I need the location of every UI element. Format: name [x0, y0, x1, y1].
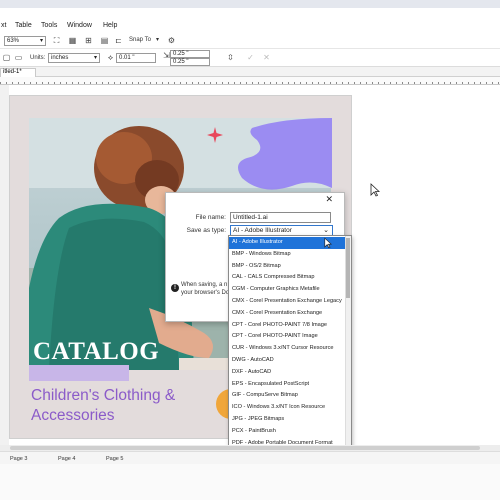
file-type-option[interactable]: EPS - Encapsulated PostScript	[229, 379, 346, 391]
duplicate-x-value: 0.25 "	[173, 51, 189, 57]
file-type-option[interactable]: CGM - Computer Graphics Metafile	[229, 284, 346, 296]
show-grid-icon[interactable]: ▦	[68, 36, 77, 45]
menu-bar: xt Table Tools Window Help	[0, 20, 500, 33]
star-decoration-icon	[207, 127, 223, 143]
document-tab[interactable]: itled-1*	[0, 68, 36, 77]
units-select[interactable]: inches ▾	[48, 53, 100, 63]
menu-item-tools[interactable]: Tools	[41, 22, 57, 29]
chevron-down-icon: ▾	[39, 38, 43, 44]
chevron-down-icon[interactable]: ▾	[156, 36, 159, 43]
file-type-option[interactable]: BMP - Windows Bitmap	[229, 249, 346, 261]
chevron-down-icon: ▾	[93, 55, 97, 61]
units-value: inches	[51, 55, 69, 61]
page-size-icon: ▢	[2, 53, 11, 62]
page-tab-4[interactable]: Page 4	[58, 456, 75, 462]
nudge-distance-value: 0.01 "	[119, 55, 135, 61]
scrollbar-thumb[interactable]	[10, 446, 480, 450]
mouse-pointer-icon	[370, 183, 380, 197]
filename-label: File name:	[195, 214, 226, 221]
snap-to-button[interactable]: Snap To	[129, 37, 151, 43]
document-tabs: itled-1*	[0, 67, 500, 77]
standard-toolbar: 63% ▾ ⛶ ▦ ⊞ ▤ ⊏ Snap To ▾ ⚙	[0, 33, 500, 49]
zoom-level-value: 63%	[7, 38, 20, 44]
file-type-option[interactable]: ICO - Windows 3.x/NT Icon Resource	[229, 402, 346, 414]
chevron-down-icon: ⌄	[323, 227, 329, 234]
dropdown-scrollbar[interactable]	[345, 236, 351, 471]
menu-item-window[interactable]: Window	[67, 22, 92, 29]
menu-item-table[interactable]: Table	[15, 22, 32, 29]
catalog-subtitle[interactable]: Children's Clothing & Accessories	[31, 386, 221, 426]
file-type-option[interactable]: JPG - JPEG Bitmaps	[229, 414, 346, 426]
filename-input[interactable]: Untitled-1.ai	[230, 212, 331, 223]
file-type-dropdown: AI - Adobe Illustrator BMP - Windows Bitm…	[228, 235, 352, 472]
document-tab-label: itled-1*	[3, 69, 22, 75]
scrollbar-thumb[interactable]	[346, 238, 350, 298]
info-message: When saving, a n your browser's Do	[181, 282, 230, 296]
duplicate-x-input[interactable]: 0.25 "	[170, 50, 210, 58]
file-type-option[interactable]: CMX - Corel Presentation Exchange	[229, 308, 346, 320]
duplicate-y-input[interactable]: 0.25 "	[170, 58, 210, 66]
info-icon: !	[171, 284, 179, 292]
file-type-option[interactable]: CPT - Corel PHOTO-PAINT Image	[229, 331, 346, 343]
show-rulers-icon[interactable]: ▤	[100, 36, 109, 45]
menu-item-text[interactable]: xt	[1, 22, 6, 29]
file-type-option[interactable]: CPT - Corel PHOTO-PAINT 7/8 Image	[229, 320, 346, 332]
check-icon[interactable]: ✓	[246, 53, 255, 62]
nudge-icon: ⟡	[107, 53, 114, 62]
page-tab-3[interactable]: Page 3	[10, 456, 27, 462]
catalog-title[interactable]: CATALOG	[33, 338, 159, 366]
file-type-option[interactable]: GIF - CompuServe Bitmap	[229, 390, 346, 402]
snap-icon[interactable]: ⊏	[114, 36, 123, 45]
file-type-option[interactable]: CMX - Corel Presentation Exchange Legacy	[229, 296, 346, 308]
page-tab-5[interactable]: Page 5	[106, 456, 123, 462]
save-as-type-value: AI - Adobe Illustrator	[233, 227, 292, 234]
file-type-option[interactable]: DWG - AutoCAD	[229, 355, 346, 367]
close-icon[interactable]: ✕	[325, 194, 333, 205]
save-as-type-label: Save as type:	[186, 227, 226, 234]
page-tabs: Page 3 Page 4 Page 5	[0, 451, 500, 464]
zoom-level-select[interactable]: 63% ▾	[4, 36, 46, 46]
purple-shape-graphic	[238, 118, 332, 190]
cancel-icon[interactable]: ✕	[262, 53, 271, 62]
horizontal-ruler[interactable]	[0, 77, 500, 85]
file-type-option[interactable]: CAL - CALS Compressed Bitmap	[229, 272, 346, 284]
file-type-option[interactable]: BMP - OS/2 Bitmap	[229, 261, 346, 273]
zoom-to-page-icon[interactable]: ⛶	[52, 36, 61, 45]
title-stripe	[29, 365, 129, 381]
mouse-pointer-icon	[324, 237, 332, 249]
title-bar	[0, 0, 500, 8]
landscape-icon[interactable]: ▭	[14, 53, 23, 62]
menu-item-help[interactable]: Help	[103, 22, 117, 29]
status-bar	[0, 464, 500, 500]
file-type-option[interactable]: PCX - PaintBrush	[229, 426, 346, 438]
options-gear-icon[interactable]: ⚙	[167, 36, 176, 45]
vertical-ruler[interactable]	[0, 85, 9, 450]
property-bar: ▢ ▭ Units: inches ▾ ⟡ 0.01 " ⇲ 0.25 " 0.…	[0, 49, 500, 67]
file-type-option[interactable]: DXF - AutoCAD	[229, 367, 346, 379]
filename-value: Untitled-1.ai	[233, 214, 268, 221]
show-guides-icon[interactable]: ⊞	[84, 36, 93, 45]
duplicate-y-value: 0.25 "	[173, 59, 189, 65]
units-label: Units:	[30, 55, 46, 61]
nudge-distance-input[interactable]: 0.01 "	[116, 53, 156, 63]
file-type-option[interactable]: CUR - Windows 3.x/NT Cursor Resource	[229, 343, 346, 355]
align-icon[interactable]: ⇳	[226, 53, 235, 62]
